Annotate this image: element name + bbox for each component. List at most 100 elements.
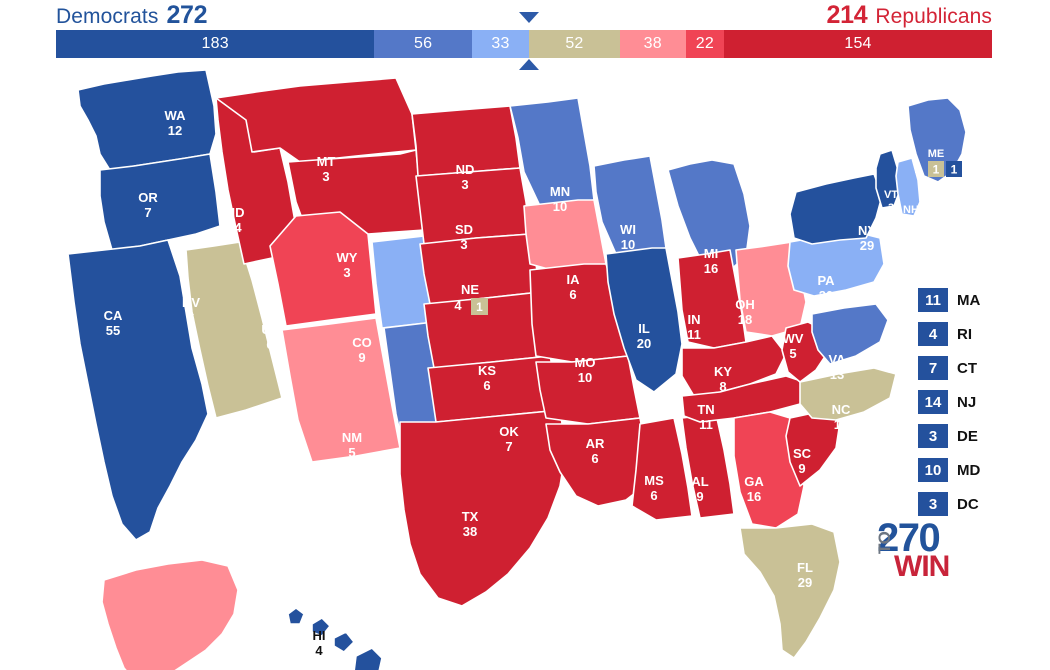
democrats-label: Democrats (56, 5, 159, 28)
bar-segment-label: 52 (565, 35, 584, 52)
state-label-ak: AK (239, 530, 258, 545)
state-ut[interactable] (269, 211, 377, 327)
bar-segment-toss-up[interactable]: 52 (529, 30, 620, 58)
state-ev-ky: 8 (719, 379, 726, 394)
state-ev-ga: 16 (747, 489, 761, 504)
state-ca[interactable] (67, 239, 209, 541)
state-ev-ok: 7 (505, 439, 512, 454)
state-ev-wa: 12 (168, 123, 182, 138)
state-fl[interactable] (739, 523, 841, 659)
legend-ev-ct: 7 (918, 356, 948, 380)
bar-segment-label: 154 (844, 35, 872, 52)
state-ev-mi: 16 (704, 261, 718, 276)
state-district-ev-ne: 1 (476, 300, 483, 314)
state-label-oh: OH (735, 297, 755, 312)
state-label-va: VA (828, 352, 846, 367)
state-ev-wy: 3 (343, 265, 350, 280)
democrats-total-group: Democrats 272 (56, 1, 208, 30)
legend-row-dc[interactable]: 3 DC (918, 492, 1038, 516)
state-ev-tx: 38 (463, 524, 477, 539)
state-ev-ne: 4 (454, 298, 462, 313)
state-label-ms: MS (644, 473, 664, 488)
republicans-label: Republicans (875, 5, 992, 28)
legend-abbr-ri: RI (957, 325, 972, 343)
state-label-vt: VT (884, 189, 898, 201)
state-label-wi: WI (620, 222, 636, 237)
logo-270towin[interactable]: 270 TO WIN (872, 518, 977, 582)
state-ev-wv: 5 (789, 346, 796, 361)
state-label-nv: NV (182, 295, 200, 310)
state-ev-vt: 3 (888, 202, 894, 214)
state-ev-il: 20 (637, 336, 651, 351)
state-label-ga: GA (744, 474, 764, 489)
legend-row-nj[interactable]: 14 NJ (918, 390, 1038, 414)
state-ev-mo: 10 (578, 370, 592, 385)
bar-segment-safe-republican[interactable]: 154 (724, 30, 992, 58)
state-ev-pa: 20 (819, 288, 833, 303)
state-hi[interactable] (287, 607, 383, 670)
bar-segment-label: 56 (413, 35, 433, 52)
state-label-nc: NC (832, 402, 851, 417)
state-tx[interactable] (399, 409, 567, 607)
state-ev-oh: 18 (738, 312, 752, 327)
bar-segment-label: 33 (491, 35, 510, 52)
legend-ev-ri: 4 (918, 322, 948, 346)
legend-ev-de: 3 (918, 424, 948, 448)
state-label-nm: NM (342, 430, 362, 445)
state-ev-nm: 5 (348, 445, 355, 460)
state-label-ar: AR (586, 436, 605, 451)
bar-segment-safe-democratic[interactable]: 183 (56, 30, 375, 58)
state-ev-nc: 15 (834, 417, 848, 432)
legend-row-ma[interactable]: 11 MA (918, 288, 1038, 312)
legend-abbr-md: MD (957, 461, 981, 479)
state-ev-ak: 3 (244, 545, 251, 560)
state-label-wa: WA (165, 108, 187, 123)
majority-marker-top (519, 12, 540, 23)
legend-row-ri[interactable]: 4 RI (918, 322, 1038, 346)
bar-segment-label: 183 (201, 35, 229, 52)
state-ev-va: 13 (830, 367, 844, 382)
state-ak[interactable] (101, 559, 239, 670)
state-ev-fl: 29 (798, 575, 812, 590)
legend-row-de[interactable]: 3 DE (918, 424, 1038, 448)
bar-segment-lean-republican[interactable]: 38 (619, 30, 686, 58)
legend-abbr-de: DE (957, 427, 978, 445)
state-label-ky: KY (714, 364, 732, 379)
state-ev-la: 8 (590, 533, 597, 548)
legend-ev-md: 10 (918, 458, 948, 482)
bar-segment-likely-democratic[interactable]: 56 (374, 30, 472, 58)
state-ev-sc: 9 (798, 461, 805, 476)
state-label-id: ID (232, 205, 245, 220)
state-label-sd: SD (455, 222, 473, 237)
state-va[interactable] (811, 303, 889, 365)
democrats-total: 272 (166, 1, 208, 29)
legend-ev-nj: 14 (918, 390, 948, 414)
state-or[interactable] (99, 153, 221, 251)
state-label-nd: ND (456, 162, 475, 177)
state-label-hi: HI (313, 628, 326, 643)
state-label-fl: FL (797, 560, 813, 575)
state-label-pa: PA (817, 273, 835, 288)
legend-row-md[interactable]: 10 MD (918, 458, 1038, 482)
state-ms[interactable] (631, 417, 693, 521)
small-states-legend: 11 MA 4 RI 7 CT 14 NJ 3 DE 10 MD 3 DC (918, 288, 1038, 526)
state-label-me: ME (928, 148, 945, 160)
legend-abbr-ma: MA (957, 291, 981, 309)
legend-ev-ma: 11 (918, 288, 948, 312)
bar-segment-label: 22 (695, 35, 714, 52)
state-wa[interactable] (77, 69, 217, 171)
state-ev-sd: 3 (460, 237, 467, 252)
legend-ev-dc: 3 (918, 492, 948, 516)
legend-abbr-dc: DC (957, 495, 979, 513)
bar-segment-lean-democratic[interactable]: 33 (471, 30, 530, 58)
state-ev-al: 9 (696, 489, 703, 504)
state-label-wv: WV (783, 331, 804, 346)
electoral-map-page: Democrats 272 214 Republicans 183 56 33 52 3… (0, 0, 1050, 670)
state-label-al: AL (691, 474, 708, 489)
electoral-vote-bar[interactable]: 183 56 33 52 38 22 154 (56, 30, 992, 58)
state-label-tx: TX (462, 509, 479, 524)
state-ev-mt: 3 (322, 169, 329, 184)
legend-row-ct[interactable]: 7 CT (918, 356, 1038, 380)
state-label-co: CO (352, 335, 372, 350)
bar-segment-likely-republican[interactable]: 22 (685, 30, 725, 58)
